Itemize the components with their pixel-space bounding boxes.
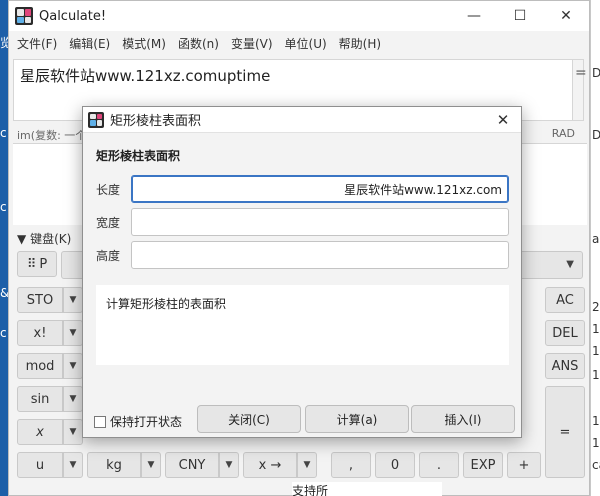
desktop-fragment: 1 — [592, 322, 600, 336]
minimize-button[interactable]: — — [451, 1, 497, 31]
desktop-fragment: D — [592, 128, 600, 142]
maximize-button[interactable]: ☐ — [497, 1, 543, 31]
factorial-button[interactable]: x! — [17, 320, 63, 346]
close-dialog-button[interactable]: 关闭(C) — [197, 405, 301, 433]
desktop-fragment: 2 — [592, 300, 600, 314]
desktop-fragment: c — [0, 200, 7, 214]
x-variable-button[interactable]: x — [17, 419, 63, 445]
dialog-title: 矩形棱柱表面积 — [110, 114, 202, 129]
insert-button[interactable]: 插入(I) — [411, 405, 515, 433]
all-clear-button[interactable]: AC — [545, 287, 585, 313]
currency-button[interactable]: CNY — [165, 452, 219, 478]
menu-edit[interactable]: 编辑(E) — [63, 35, 116, 52]
qalculate-app-icon — [88, 111, 104, 128]
menu-help[interactable]: 帮助(H) — [333, 35, 387, 52]
digit-zero-button[interactable]: 0 — [375, 452, 415, 478]
unit-dropdown[interactable]: ▼ — [63, 452, 83, 478]
sto-button[interactable]: STO — [17, 287, 63, 313]
expression-text: 星辰软件站www.121xz.comuptime — [20, 67, 271, 85]
grid-icon: ⠿ — [26, 256, 37, 272]
desktop-fragment: ca — [592, 458, 600, 472]
close-button[interactable]: ✕ — [543, 1, 589, 31]
desktop-fragment: D — [592, 66, 600, 80]
menu-units[interactable]: 单位(U) — [279, 35, 333, 52]
description-box: 计算矩形棱柱的表面积 — [96, 285, 509, 365]
desktop-fragment: 1 — [592, 344, 600, 358]
desktop-bottom-text: 支持所 — [292, 482, 442, 496]
menu-mode[interactable]: 模式(M) — [116, 35, 172, 52]
desktop-left-edge: 览 c c & c — [0, 0, 12, 496]
kg-button[interactable]: kg — [87, 452, 141, 478]
length-label: 长度 — [96, 183, 121, 197]
desktop-fragment: c — [0, 126, 7, 140]
desktop-right-edge: D D a 2 1 1 1 1 1 ca — [590, 0, 600, 496]
desktop-fragment: 1 — [592, 368, 600, 382]
equals-icon[interactable]: = — [575, 65, 587, 81]
triangle-down-icon: ▼ — [17, 232, 27, 246]
menu-bar: 文件(F) 编辑(E) 模式(M) 函数(n) 变量(V) 单位(U) 帮助(H… — [9, 31, 589, 55]
kg-dropdown[interactable]: ▼ — [141, 452, 161, 478]
keypad-toggle[interactable]: ▼ 键盘(K) — [17, 230, 71, 247]
unit-button[interactable]: u — [17, 452, 63, 478]
dialog-heading: 矩形棱柱表面积 — [96, 149, 181, 163]
close-icon[interactable]: ✕ — [485, 111, 521, 129]
currency-dropdown[interactable]: ▼ — [219, 452, 239, 478]
mod-button[interactable]: mod — [17, 353, 63, 379]
chevron-down-icon: ▼ — [566, 259, 574, 270]
sto-dropdown[interactable]: ▼ — [63, 287, 83, 313]
keypad-toggle-label: 键盘(K) — [30, 232, 72, 246]
keep-open-checkbox[interactable] — [94, 415, 106, 428]
factorial-dropdown[interactable]: ▼ — [63, 320, 83, 346]
menu-variables[interactable]: 变量(V) — [225, 35, 279, 52]
desktop-fragment: 1 — [592, 436, 600, 450]
rectangular-prism-dialog: 矩形棱柱表面积 ✕ 矩形棱柱表面积 长度 宽度 高度 计算矩形棱柱的表面积 保持… — [82, 106, 522, 438]
height-label: 高度 — [96, 249, 121, 263]
sin-button[interactable]: sin — [17, 386, 63, 412]
window-title: Qalculate! — [39, 8, 107, 24]
description-text: 计算矩形棱柱的表面积 — [106, 297, 227, 311]
keypad-menu-label: P — [39, 256, 48, 272]
mod-dropdown[interactable]: ▼ — [63, 353, 83, 379]
x-variable-dropdown[interactable]: ▼ — [63, 419, 83, 445]
convert-button[interactable]: x → — [243, 452, 297, 478]
equals-button[interactable]: = — [545, 386, 585, 478]
angle-unit-indicator[interactable]: RAD — [552, 127, 575, 140]
width-label: 宽度 — [96, 216, 121, 230]
calculate-button[interactable]: 计算(a) — [305, 405, 409, 433]
height-input[interactable] — [131, 241, 509, 269]
keep-open-label: 保持打开状态 — [110, 415, 183, 429]
decimal-point-button[interactable]: . — [419, 452, 459, 478]
comma-button[interactable]: , — [331, 452, 371, 478]
desktop-fragment: 1 — [592, 414, 600, 428]
dialog-title-bar[interactable]: 矩形棱柱表面积 ✕ — [83, 107, 521, 133]
desktop-fragment: a — [592, 232, 600, 246]
desktop-fragment: c — [0, 326, 7, 340]
exp-button[interactable]: EXP — [463, 452, 503, 478]
menu-functions[interactable]: 函数(n) — [172, 35, 225, 52]
length-input[interactable] — [131, 175, 509, 203]
qalculate-app-icon — [15, 7, 33, 25]
status-hint: im(复数: 一个 — [17, 129, 87, 142]
width-input[interactable] — [131, 208, 509, 236]
convert-dropdown[interactable]: ▼ — [297, 452, 317, 478]
menu-file[interactable]: 文件(F) — [11, 35, 63, 52]
plus-button[interactable]: + — [507, 452, 541, 478]
keep-open-option[interactable]: 保持打开状态 — [94, 413, 182, 430]
answer-button[interactable]: ANS — [545, 353, 585, 379]
keypad-menu-button[interactable]: ⠿ P — [17, 251, 57, 277]
sin-dropdown[interactable]: ▼ — [63, 386, 83, 412]
title-bar[interactable]: Qalculate! — ☐ ✕ — [9, 1, 589, 31]
delete-button[interactable]: DEL — [545, 320, 585, 346]
